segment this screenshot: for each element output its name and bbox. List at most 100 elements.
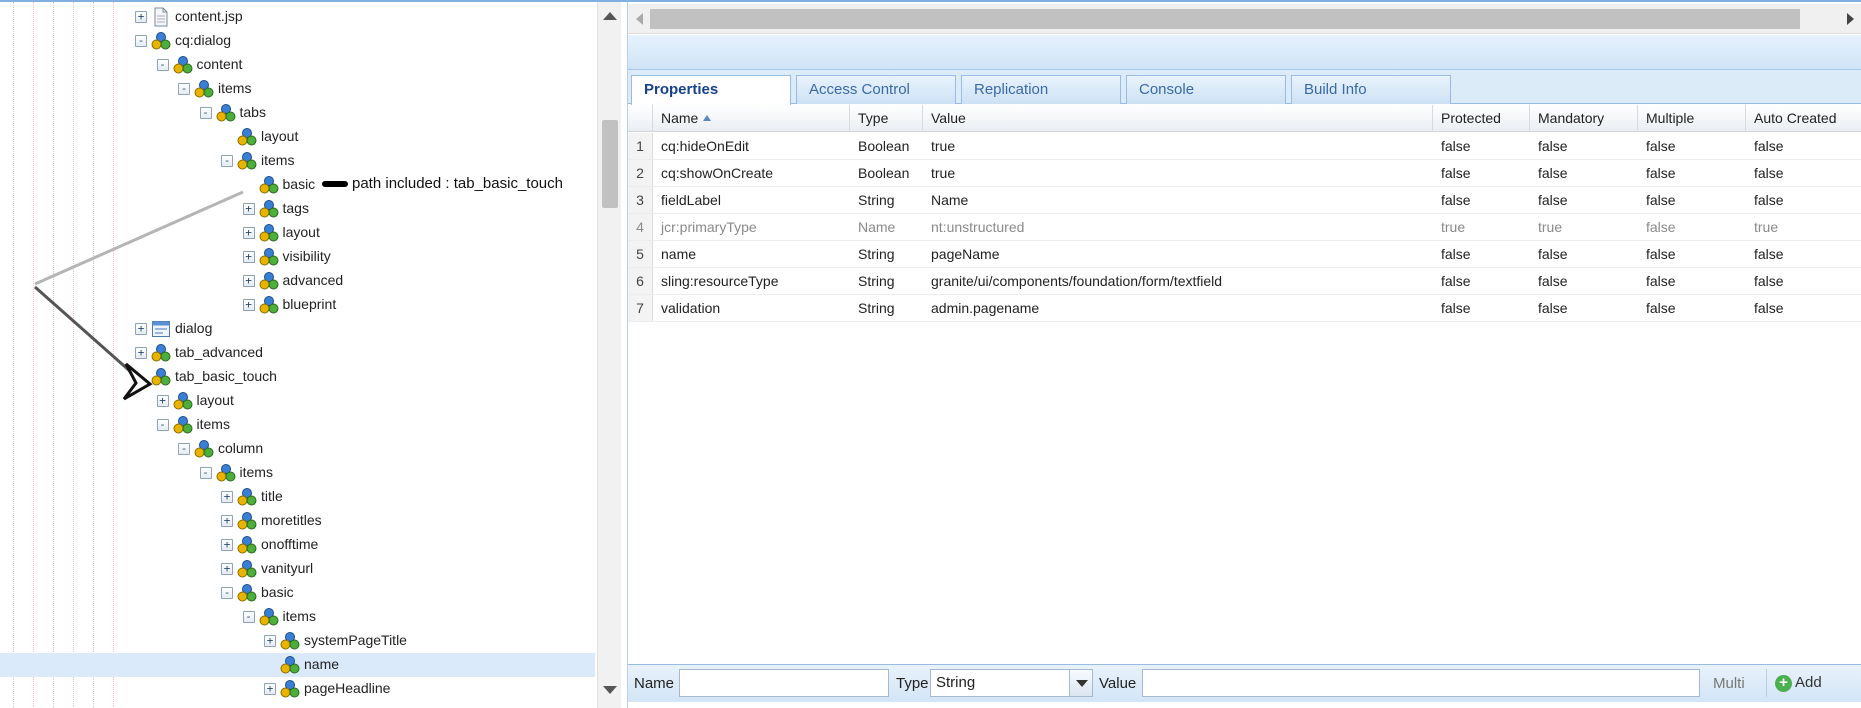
- tree-node[interactable]: - items: [0, 149, 595, 173]
- auto-created-column-header[interactable]: Auto Created: [1746, 105, 1861, 132]
- cell-type[interactable]: Boolean: [850, 133, 923, 159]
- cell-mandatory[interactable]: false: [1530, 133, 1638, 159]
- expand-icon[interactable]: +: [221, 515, 233, 527]
- add-button[interactable]: + Add: [1766, 669, 1828, 697]
- cell-mandatory[interactable]: false: [1530, 160, 1638, 186]
- cell-multiple[interactable]: false: [1638, 241, 1746, 267]
- tab-properties[interactable]: Properties: [631, 75, 791, 105]
- scroll-up-icon[interactable]: [603, 12, 617, 20]
- cell-auto[interactable]: false: [1746, 133, 1861, 159]
- collapse-icon[interactable]: -: [242, 611, 255, 623]
- collapse-icon[interactable]: -: [178, 443, 190, 455]
- scroll-right-icon[interactable]: [1847, 13, 1854, 25]
- tree-node[interactable]: - items: [0, 413, 595, 437]
- cell-mandatory[interactable]: false: [1530, 187, 1638, 213]
- cell-value[interactable]: pageName: [923, 241, 1433, 267]
- scroll-left-icon[interactable]: [636, 13, 643, 25]
- cell-mandatory[interactable]: false: [1530, 295, 1638, 321]
- cell-auto[interactable]: true: [1746, 214, 1861, 240]
- expand-icon[interactable]: +: [156, 395, 169, 407]
- expand-icon[interactable]: +: [135, 11, 147, 23]
- property-type-select[interactable]: String: [930, 669, 1070, 697]
- tree-node[interactable]: + visibility: [0, 245, 595, 269]
- tab-access-control[interactable]: Access Control: [796, 75, 956, 104]
- cell-type[interactable]: Name: [850, 214, 923, 240]
- multi-toggle[interactable]: Multi: [1713, 675, 1745, 692]
- cell-protected[interactable]: false: [1433, 187, 1530, 213]
- cell-value[interactable]: admin.pagename: [923, 295, 1433, 321]
- tree-node[interactable]: + tags: [0, 197, 595, 221]
- collapse-icon[interactable]: -: [156, 59, 169, 71]
- cell-name[interactable]: cq:showOnCreate: [653, 160, 850, 186]
- tree-node[interactable]: - cq:dialog: [0, 29, 595, 53]
- cell-protected[interactable]: false: [1433, 133, 1530, 159]
- cell-multiple[interactable]: false: [1638, 187, 1746, 213]
- tree-node[interactable]: + layout: [0, 389, 595, 413]
- cell-value[interactable]: granite/ui/components/foundation/form/te…: [923, 268, 1433, 294]
- cell-name[interactable]: validation: [653, 295, 850, 321]
- cell-name[interactable]: fieldLabel: [653, 187, 850, 213]
- cell-multiple[interactable]: false: [1638, 133, 1746, 159]
- cell-type[interactable]: Boolean: [850, 160, 923, 186]
- protected-column-header[interactable]: Protected: [1433, 105, 1530, 132]
- expand-icon[interactable]: +: [264, 683, 276, 695]
- cell-name[interactable]: name: [653, 241, 850, 267]
- tab-build-info[interactable]: Build Info: [1291, 75, 1451, 104]
- cell-multiple[interactable]: false: [1638, 214, 1746, 240]
- tree-node[interactable]: - content: [0, 53, 595, 77]
- expand-icon[interactable]: +: [242, 251, 255, 263]
- cell-mandatory[interactable]: false: [1530, 241, 1638, 267]
- expand-icon[interactable]: +: [135, 347, 147, 359]
- cell-mandatory[interactable]: false: [1530, 268, 1638, 294]
- cell-auto[interactable]: false: [1746, 241, 1861, 267]
- tree-node[interactable]: - items: [0, 605, 595, 629]
- tree-scrollbar[interactable]: [597, 2, 621, 708]
- type-column-header[interactable]: Type: [850, 105, 923, 132]
- expand-icon[interactable]: +: [135, 323, 147, 335]
- cell-auto[interactable]: false: [1746, 160, 1861, 186]
- cell-protected[interactable]: false: [1433, 160, 1530, 186]
- tree-node[interactable]: - items: [0, 461, 595, 485]
- expand-icon[interactable]: +: [221, 491, 233, 503]
- collapse-icon[interactable]: -: [156, 419, 169, 431]
- value-column-header[interactable]: Value: [923, 105, 1433, 132]
- table-row[interactable]: 6 sling:resourceType String granite/ui/comp…: [628, 268, 1861, 295]
- collapse-icon[interactable]: -: [221, 587, 233, 599]
- tree-node[interactable]: + title: [0, 485, 595, 509]
- cell-protected[interactable]: false: [1433, 241, 1530, 267]
- tree-node[interactable]: + tab_advanced: [0, 341, 595, 365]
- expand-icon[interactable]: +: [221, 539, 233, 551]
- cell-value[interactable]: true: [923, 133, 1433, 159]
- chevron-down-icon[interactable]: [1069, 669, 1093, 697]
- cell-multiple[interactable]: false: [1638, 160, 1746, 186]
- cell-value[interactable]: Name: [923, 187, 1433, 213]
- tree-node[interactable]: + pageHeadline: [0, 677, 595, 701]
- tree-node[interactable]: - tabs: [0, 101, 595, 125]
- name-column-header[interactable]: Name: [653, 105, 850, 132]
- collapse-icon[interactable]: -: [178, 83, 190, 95]
- cell-protected[interactable]: true: [1433, 214, 1530, 240]
- cell-multiple[interactable]: false: [1638, 268, 1746, 294]
- scroll-down-icon[interactable]: [603, 686, 617, 694]
- expand-icon[interactable]: +: [242, 299, 255, 311]
- table-row[interactable]: 7 validation String admin.pagename false fals…: [628, 295, 1861, 322]
- cell-value[interactable]: nt:unstructured: [923, 214, 1433, 240]
- property-name-input[interactable]: [679, 669, 889, 697]
- tree-node[interactable]: + vanityurl: [0, 557, 595, 581]
- tree-node[interactable]: + content.jsp: [0, 5, 595, 29]
- cell-name[interactable]: cq:hideOnEdit: [653, 133, 850, 159]
- tree-node[interactable]: + moretitles: [0, 509, 595, 533]
- cell-type[interactable]: String: [850, 268, 923, 294]
- cell-name[interactable]: sling:resourceType: [653, 268, 850, 294]
- tab-console[interactable]: Console: [1126, 75, 1286, 104]
- table-row[interactable]: 2 cq:showOnCreate Boolean true false false fal…: [628, 160, 1861, 187]
- tree-node[interactable]: + dialog: [0, 317, 595, 341]
- cell-value[interactable]: true: [923, 160, 1433, 186]
- collapse-icon[interactable]: -: [135, 35, 147, 47]
- cell-mandatory[interactable]: true: [1530, 214, 1638, 240]
- cell-type[interactable]: String: [850, 241, 923, 267]
- table-row[interactable]: 3 fieldLabel String Name false false false fals…: [628, 187, 1861, 214]
- horizontal-scrollbar[interactable]: [628, 4, 1861, 34]
- expand-icon[interactable]: +: [221, 563, 233, 575]
- cell-auto[interactable]: false: [1746, 268, 1861, 294]
